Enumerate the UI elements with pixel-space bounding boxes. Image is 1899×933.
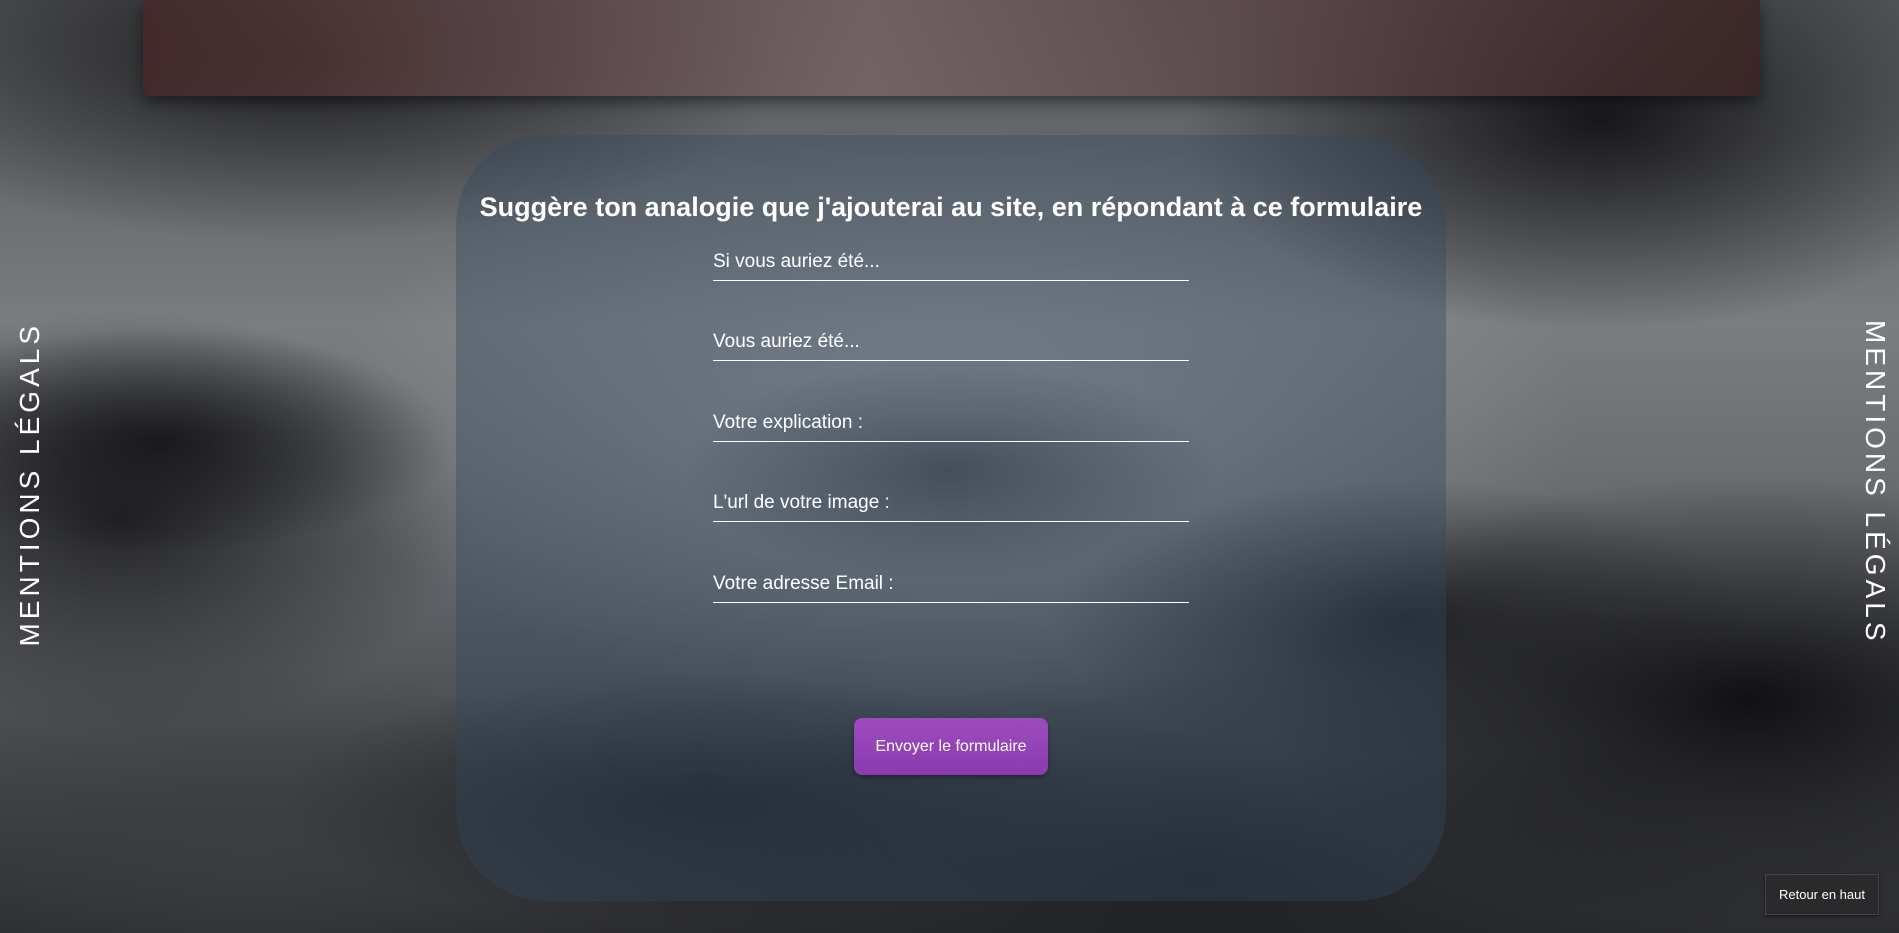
legal-notice-link-left[interactable]: MENTIONS LÉGALS xyxy=(14,322,46,647)
submit-form-button[interactable]: Envoyer le formulaire xyxy=(854,718,1048,775)
you-would-have-been-input[interactable] xyxy=(713,328,1189,360)
field-explanation xyxy=(713,409,1189,442)
image-url-input[interactable] xyxy=(713,489,1189,521)
back-to-top-button[interactable]: Retour en haut xyxy=(1765,874,1879,915)
legal-notice-link-right[interactable]: MENTIONS LÉGALS xyxy=(1859,320,1891,645)
if-you-were-input[interactable] xyxy=(713,248,1189,280)
email-input[interactable] xyxy=(713,570,1189,602)
form-title: Suggère ton analogie que j'ajouterai au … xyxy=(479,192,1423,222)
field-image-url xyxy=(713,489,1189,522)
page: MENTIONS LÉGALS MENTIONS LÉGALS Suggère … xyxy=(0,0,1899,933)
top-banner xyxy=(143,0,1760,96)
field-you-would-have-been xyxy=(713,328,1189,361)
field-email xyxy=(713,570,1189,603)
field-if-you-were xyxy=(713,248,1189,281)
explanation-input[interactable] xyxy=(713,409,1189,441)
suggestion-form-card: Suggère ton analogie que j'ajouterai au … xyxy=(456,135,1446,901)
